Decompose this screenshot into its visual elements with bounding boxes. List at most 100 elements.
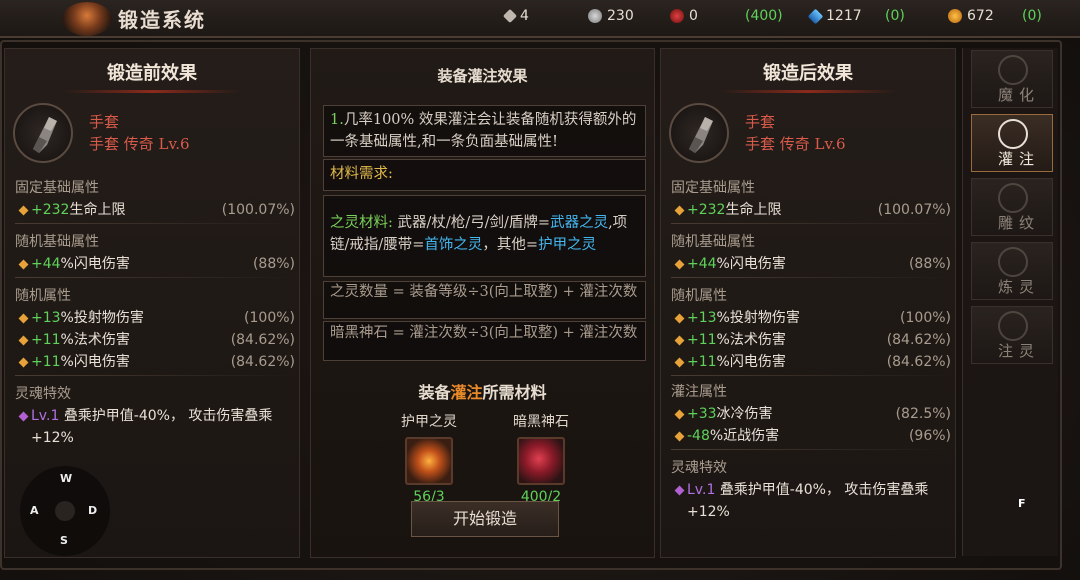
blue-crystal-icon <box>807 8 824 24</box>
red-crystal-counter: 0 <box>670 8 698 24</box>
blue-crystal-pending: (0) <box>885 8 905 24</box>
stat-row: +232生命上限 (100.07%) <box>671 199 951 221</box>
diamond-bullet-icon <box>674 485 685 496</box>
formula-box-1: 之灵数量 = 装备等级÷3(向上取整) + 灌注次数 <box>323 281 646 319</box>
section-title: 随机属性 <box>15 288 71 304</box>
need-text-c: 所需材料 <box>482 383 547 402</box>
spirit-materials-box: 之灵材料: 武器/杖/枪/弓/剑/盾牌=武器之灵,项链/戒指/腰带=首饰之灵，其… <box>323 195 646 277</box>
stat-row: +44%闪电伤害 (88%) <box>15 253 295 275</box>
materials-label-box: 材料需求: <box>323 159 646 191</box>
forge-screen: 锻造系统 4 230 0 (400) 1217 (0) 672 (0) 锻造前效… <box>0 0 1080 580</box>
window-title: 锻造系统 <box>118 8 206 32</box>
darkstone-icon[interactable] <box>517 437 565 485</box>
stat-row: +44%闪电伤害 (88%) <box>671 253 951 275</box>
soul-effect-row: Lv.1 叠乘护甲值-40%， 攻击伤害叠乘+12% <box>15 405 295 449</box>
stat-value: +232 <box>687 202 726 218</box>
gold-count: 672 <box>967 8 994 24</box>
stat-label: %闪电伤害 <box>716 354 786 370</box>
divider <box>15 223 295 224</box>
forge-side-nav: 魔化 灌注 雕纹 炼灵 注灵 <box>962 48 1058 556</box>
stat-percent: (88%) <box>252 256 295 272</box>
joystick-knob[interactable] <box>55 501 75 521</box>
movement-joystick[interactable]: W A D S <box>20 466 110 556</box>
key-a: A <box>30 504 39 517</box>
stat-label: %投射物伤害 <box>60 310 144 326</box>
start-forge-button[interactable]: 开始锻造 <box>411 501 559 537</box>
stat-label: %法术伤害 <box>60 332 130 348</box>
tab-inject-spirit[interactable]: 注灵 <box>971 306 1053 364</box>
key-f[interactable]: F <box>1018 497 1026 510</box>
diamond-bullet-icon <box>674 357 685 368</box>
soul-effect-section: 灵魂特效 Lv.1 叠乘护甲值-40%， 攻击伤害叠乘+12% <box>15 383 295 449</box>
infusion-rune-icon <box>998 119 1028 149</box>
armor-spirit-icon[interactable] <box>405 437 453 485</box>
stat-row: -48%近战伤害 (96%) <box>671 425 951 447</box>
diamond-bullet-icon <box>18 259 29 270</box>
stat-percent: (88%) <box>908 256 951 272</box>
blue-crystal-count: 1217 <box>826 8 862 24</box>
stat-percent: (84.62%) <box>886 332 951 348</box>
red-crystal-icon <box>670 9 684 23</box>
infusion-stats-section: 灌注属性 +33冰冷伤害 (82.5%) -48%近战伤害 (96%) <box>671 381 951 450</box>
material-armor-spirit[interactable]: 护甲之灵 56/3 <box>389 411 469 505</box>
diamond-bullet-icon <box>674 313 685 324</box>
section-title: 随机基础属性 <box>671 234 755 250</box>
stat-value: +13 <box>31 310 61 326</box>
stat-value: +11 <box>687 332 717 348</box>
diamond-bullet-icon <box>674 259 685 270</box>
need-text-a: 装备 <box>418 383 451 402</box>
stat-value: +11 <box>31 354 61 370</box>
stat-value: +44 <box>687 256 717 272</box>
section-title: 灵魂特效 <box>15 386 71 402</box>
divider <box>671 449 951 450</box>
silver-counter: 230 <box>588 8 634 24</box>
required-materials-title: 装备灌注所需材料 <box>311 379 654 403</box>
item-rarity-level: 手套 传奇 Lv.6 <box>745 135 846 153</box>
stat-percent: (100.07%) <box>221 202 295 218</box>
tab-label: 魔化 <box>997 86 1040 104</box>
engrave-icon <box>998 183 1028 213</box>
formula-box-2: 暗黑神石 = 灌注次数÷3(向上取整) + 灌注次数 <box>323 321 646 361</box>
soul-effect-section: 灵魂特效 Lv.1 叠乘护甲值-40%， 攻击伤害叠乘+12% <box>671 457 951 523</box>
tab-refine-spirit[interactable]: 炼灵 <box>971 242 1053 300</box>
blue-crystal-counter: 1217 <box>807 8 862 24</box>
material-darkstone[interactable]: 暗黑神石 400/2 <box>501 411 581 505</box>
forge-emblem-icon <box>62 2 112 36</box>
tab-demonize[interactable]: 魔化 <box>971 50 1053 108</box>
soul-level: Lv.1 <box>31 408 60 424</box>
stat-row: +11%闪电伤害 (84.62%) <box>15 351 295 373</box>
diamond-bullet-icon <box>18 335 29 346</box>
item-name: 手套 <box>89 113 120 131</box>
effect-text: 几率100% 效果灌注会让装备随机获得额外的一条基础属性,和一条负面基础属性! <box>330 112 637 150</box>
stat-value: +11 <box>687 354 717 370</box>
diamond-bullet-icon <box>18 357 29 368</box>
stat-row: +13%投射物伤害 (100%) <box>15 307 295 329</box>
stat-label: 生命上限 <box>69 202 126 218</box>
gauntlet-icon[interactable] <box>13 103 73 163</box>
stat-label: %投射物伤害 <box>716 310 800 326</box>
before-item: 手套 手套 传奇 Lv.6 <box>9 101 295 167</box>
key-w: W <box>60 472 73 485</box>
material-name: 暗黑神石 <box>513 414 569 430</box>
section-title: 灵魂特效 <box>671 460 727 476</box>
diamond-bullet-icon <box>18 205 29 216</box>
stat-percent: (100.07%) <box>877 202 951 218</box>
stat-row: +33冰冷伤害 (82.5%) <box>671 403 951 425</box>
soul-level: Lv.1 <box>687 482 716 498</box>
blue-crystal-pending-value: (0) <box>885 8 905 24</box>
diamond-bullet-icon <box>674 205 685 216</box>
before-header: 锻造前效果 <box>5 49 299 97</box>
item-name: 手套 <box>745 113 776 131</box>
after-item: 手套 手套 传奇 Lv.6 <box>665 101 951 167</box>
tab-infusion[interactable]: 灌注 <box>971 114 1053 172</box>
armor-spirit: 护甲之灵 <box>538 237 597 253</box>
stat-row: +13%投射物伤害 (100%) <box>671 307 951 329</box>
random-base-section: 随机基础属性 +44%闪电伤害 (88%) <box>671 231 951 278</box>
spirit-formula: 之灵数量 = 装备等级÷3(向上取整) + 灌注次数 <box>330 284 638 300</box>
divider <box>671 375 951 376</box>
red-crystal-pending-value: (400) <box>745 8 783 24</box>
stat-percent: (96%) <box>908 428 951 444</box>
gauntlet-icon[interactable] <box>669 103 729 163</box>
stat-percent: (100%) <box>900 310 951 326</box>
tab-engrave[interactable]: 雕纹 <box>971 178 1053 236</box>
